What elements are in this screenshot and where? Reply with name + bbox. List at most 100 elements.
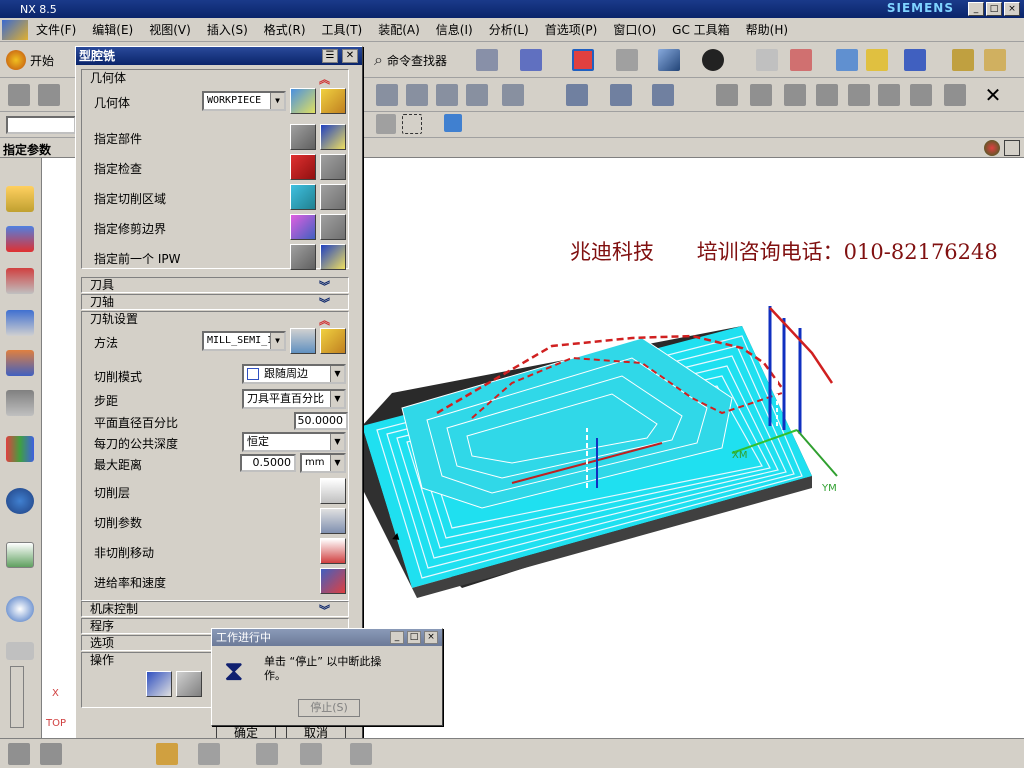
tool-icon[interactable]	[406, 84, 428, 106]
stop-button[interactable]: 停止(S)	[298, 699, 360, 717]
tool-icon[interactable]	[40, 743, 62, 765]
tool-icon[interactable]	[910, 84, 932, 106]
menu-file[interactable]: 文件(F)	[28, 21, 84, 38]
cut-params-button[interactable]	[320, 508, 346, 534]
non-cutting-moves-button[interactable]	[320, 538, 346, 564]
flat-diameter-pct-input[interactable]: 50.0000	[294, 412, 348, 430]
app-menu-icon[interactable]	[2, 19, 28, 40]
operation-icon[interactable]	[6, 310, 34, 336]
cut-pattern-dropdown[interactable]: 跟随周边 ▼	[242, 364, 346, 384]
resource-scrollbar[interactable]	[10, 666, 24, 728]
tool-icon[interactable]	[784, 84, 806, 106]
cut-area-select-button[interactable]	[290, 184, 316, 210]
menu-help[interactable]: 帮助(H)	[738, 21, 796, 38]
part-icon[interactable]	[6, 268, 34, 294]
display-flashlight-icon[interactable]	[320, 124, 346, 150]
tool-icon[interactable]	[466, 84, 488, 106]
pencil-icon[interactable]	[984, 49, 1006, 71]
menu-gc-toolbox[interactable]: GC 工具箱	[664, 21, 738, 38]
tool-icon[interactable]	[6, 390, 34, 416]
tool-icon[interactable]	[300, 743, 322, 765]
play-icon[interactable]	[652, 84, 674, 106]
play-icon[interactable]	[610, 84, 632, 106]
tool-icon[interactable]	[8, 743, 30, 765]
tool-icon[interactable]	[350, 743, 372, 765]
fork-icon[interactable]	[904, 49, 926, 71]
menu-preferences[interactable]: 首选项(P)	[537, 21, 606, 38]
expand-down-icon[interactable]: ︾	[319, 278, 330, 294]
display-flashlight-icon[interactable]	[320, 184, 346, 210]
collapse-up-icon[interactable]: ︽	[319, 312, 330, 328]
close-button[interactable]: ×	[424, 631, 438, 644]
edit-method-button[interactable]	[320, 328, 346, 354]
cut-levels-button[interactable]	[320, 478, 346, 504]
check-select-button[interactable]	[290, 154, 316, 180]
ipw-select-button[interactable]	[290, 244, 316, 270]
tool-icon[interactable]	[476, 49, 498, 71]
cross-icon[interactable]	[572, 49, 594, 71]
menu-edit[interactable]: 编辑(E)	[84, 21, 141, 38]
tool-icon[interactable]	[750, 84, 772, 106]
menu-info[interactable]: 信息(I)	[428, 21, 481, 38]
trim-boundary-button[interactable]	[290, 214, 316, 240]
menu-window[interactable]: 窗口(O)	[605, 21, 664, 38]
display-flashlight-icon[interactable]	[320, 244, 346, 270]
maximize-button[interactable]: □	[986, 2, 1002, 16]
arrow-icon[interactable]	[836, 49, 858, 71]
info-icon[interactable]	[6, 488, 34, 514]
books-icon[interactable]	[6, 436, 34, 462]
axis-section[interactable]: 刀轴 ︾	[81, 294, 349, 310]
close-button[interactable]: ×	[1004, 2, 1020, 16]
tool-icon[interactable]	[436, 84, 458, 106]
play-icon[interactable]	[566, 84, 588, 106]
geometry-section-header[interactable]: 几何体	[90, 70, 126, 86]
clock-icon[interactable]	[6, 596, 34, 622]
filter-dropdown[interactable]	[6, 116, 76, 134]
tool-icon[interactable]	[8, 84, 30, 106]
tool-section[interactable]: 刀具 ︾	[81, 277, 349, 293]
machine-control-section[interactable]: 机床控制 ︾	[81, 601, 349, 617]
shape-icon[interactable]	[616, 49, 638, 71]
part-select-button[interactable]	[290, 124, 316, 150]
close-icon[interactable]: ✕	[982, 84, 1004, 106]
layers-icon[interactable]	[756, 49, 778, 71]
edit-geometry-button[interactable]	[320, 88, 346, 114]
tool-icon[interactable]	[156, 743, 178, 765]
dialog-menu-button[interactable]: ☰	[322, 49, 338, 63]
tool-icon[interactable]	[944, 84, 966, 106]
tool-icon[interactable]	[256, 743, 278, 765]
spark-icon[interactable]	[866, 49, 888, 71]
path-settings-header[interactable]: 刀轨设置	[90, 311, 138, 327]
replay-button[interactable]	[176, 671, 202, 697]
cube-icon[interactable]	[444, 114, 462, 132]
minimize-button[interactable]: _	[968, 2, 984, 16]
view-orient-icon[interactable]	[984, 140, 1000, 156]
dial-icon[interactable]	[702, 49, 724, 71]
grid-icon[interactable]	[6, 350, 34, 376]
box-select-icon[interactable]	[402, 114, 422, 134]
display-flashlight-icon[interactable]	[320, 154, 346, 180]
fit-view-icon[interactable]	[1004, 140, 1020, 156]
menu-analysis[interactable]: 分析(L)	[481, 21, 537, 38]
expand-down-icon[interactable]: ︾	[319, 602, 330, 618]
expand-down-icon[interactable]: ︾	[319, 295, 330, 311]
stepover-dropdown[interactable]: 刀具平直百分比 ▼	[242, 389, 346, 409]
navigator-icon[interactable]	[6, 186, 34, 212]
menu-view[interactable]: 视图(V)	[141, 21, 199, 38]
tool-icon[interactable]	[848, 84, 870, 106]
palette-icon[interactable]	[6, 642, 34, 660]
menu-assembly[interactable]: 装配(A)	[370, 21, 428, 38]
common-depth-dropdown[interactable]: 恒定 ▼	[242, 432, 346, 452]
actions-header[interactable]: 操作	[90, 652, 114, 668]
ruler-icon[interactable]	[952, 49, 974, 71]
start-button[interactable]: 开始	[6, 48, 72, 72]
select-icon[interactable]	[520, 49, 542, 71]
menu-tools[interactable]: 工具(T)	[314, 21, 371, 38]
geometry-dropdown[interactable]: WORKPIECE ▼	[202, 91, 286, 111]
method-dropdown[interactable]: MILL_SEMI_I ▼	[202, 331, 286, 351]
tool-icon[interactable]	[502, 84, 524, 106]
new-method-button[interactable]	[290, 328, 316, 354]
tool-icon[interactable]	[38, 84, 60, 106]
tool-icon[interactable]	[376, 84, 398, 106]
cube-icon[interactable]	[658, 49, 680, 71]
